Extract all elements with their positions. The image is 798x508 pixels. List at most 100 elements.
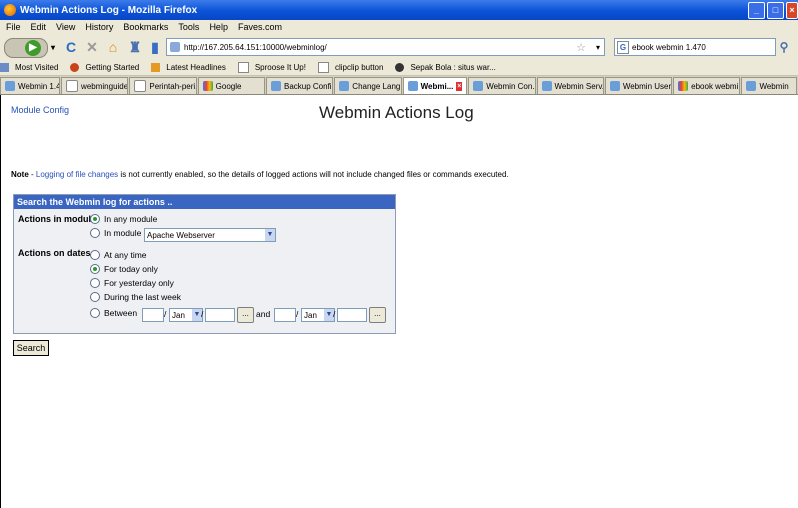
menu-history[interactable]: History <box>85 22 113 32</box>
module-select[interactable]: Apache Webserver ▼ <box>144 228 276 242</box>
radio-in-module[interactable]: In module <box>90 228 141 238</box>
reload-icon[interactable]: C <box>64 38 78 56</box>
radio-yesterday[interactable]: For yesterday only <box>90 278 174 288</box>
radio-button[interactable] <box>90 264 100 274</box>
google-icon <box>678 81 689 91</box>
radio-last-week[interactable]: During the last week <box>90 292 181 302</box>
firefox-icon <box>4 4 16 16</box>
from-year-input[interactable] <box>205 308 235 322</box>
module-select-value: Apache Webserver <box>147 230 215 240</box>
url-dropdown-icon[interactable]: ▾ <box>596 43 600 52</box>
tab[interactable]: Webmin Users <box>604 77 673 94</box>
menu-bookmarks[interactable]: Bookmarks <box>123 22 168 32</box>
from-date-picker-button[interactable]: ... <box>237 307 254 323</box>
tab-label: Webmin <box>759 81 789 91</box>
search-button[interactable]: Search <box>13 340 49 356</box>
firefox-icon <box>70 63 80 73</box>
from-day-input[interactable] <box>142 308 164 322</box>
close-button[interactable]: × <box>786 2 798 19</box>
bookmark-sproose[interactable]: Sproose It Up! <box>237 62 312 73</box>
tab[interactable]: Perintah-peri... <box>129 77 197 94</box>
tab[interactable]: Webmin 1.47... <box>0 77 61 94</box>
module-config-link[interactable]: Module Config <box>11 105 69 115</box>
date-separator: / <box>164 309 167 319</box>
webmin-icon <box>541 81 552 91</box>
close-tab-icon[interactable]: × <box>456 81 463 91</box>
to-day-input[interactable] <box>274 308 296 322</box>
menu-file[interactable]: File <box>6 22 21 32</box>
google-icon <box>202 81 213 91</box>
back-forward-button[interactable]: ▶ <box>4 38 48 58</box>
note-text: Note - Logging of file changes is not cu… <box>11 170 509 179</box>
menu-edit[interactable]: Edit <box>31 22 47 32</box>
radio-any-module[interactable]: In any module <box>90 214 157 224</box>
bookmark-toolbar-icon[interactable]: ▮ <box>150 38 160 56</box>
tab-label: Perintah-peri... <box>149 81 197 91</box>
radio-between[interactable]: Between <box>90 308 137 318</box>
radio-label: In any module <box>104 214 158 224</box>
radio-button[interactable] <box>90 214 100 224</box>
radio-any-time[interactable]: At any time <box>90 250 147 260</box>
menu-help[interactable]: Help <box>209 22 228 32</box>
history-dropdown-icon[interactable]: ▾ <box>48 38 58 56</box>
search-bar[interactable]: G ebook webmin 1.470 <box>614 38 776 56</box>
radio-button[interactable] <box>90 292 100 302</box>
menu-faves[interactable]: Faves.com <box>238 22 282 32</box>
to-month-select[interactable]: Jan ▼ <box>301 308 335 322</box>
search-icon[interactable]: ⚲ <box>777 38 791 56</box>
bookmark-latest-headlines[interactable]: Latest Headlines <box>151 62 232 73</box>
tab[interactable]: Backup Confi... <box>265 77 334 94</box>
from-month-select[interactable]: Jan ▼ <box>169 308 203 322</box>
tab[interactable]: Webmin Con... <box>468 77 536 94</box>
radio-button[interactable] <box>90 308 100 318</box>
tab-label: Webmin Serv... <box>554 81 604 91</box>
window-titlebar: Webmin Actions Log - Mozilla Firefox _ □… <box>0 0 798 20</box>
radio-button[interactable] <box>90 278 100 288</box>
to-year-input[interactable] <box>337 308 367 322</box>
home-icon[interactable]: ⌂ <box>106 38 120 56</box>
radio-label: In module <box>104 228 142 238</box>
radio-button[interactable] <box>90 250 100 260</box>
bookmark-sepak-bola[interactable]: Sepak Bola : situs war... <box>395 62 501 73</box>
radio-label: For yesterday only <box>104 278 174 288</box>
page-icon <box>134 80 147 92</box>
webmin-icon <box>270 81 281 91</box>
radio-label: During the last week <box>104 292 182 302</box>
tab[interactable]: Webmin Serv... <box>536 77 604 94</box>
stop-icon[interactable]: ✕ <box>85 38 99 56</box>
tab-active[interactable]: Webmi... × <box>402 77 468 94</box>
webmin-icon <box>339 81 350 91</box>
maximize-button[interactable]: □ <box>767 2 784 19</box>
bookmark-label: Latest Headlines <box>166 62 226 72</box>
tab[interactable]: ebook webmi... <box>673 77 741 94</box>
bookmark-clipclip[interactable]: clipclip button <box>317 62 389 73</box>
url-bar[interactable]: http://167.205.64.151:10000/webminlog/ ☆… <box>166 38 605 56</box>
tab[interactable]: webminguide... <box>61 77 129 94</box>
bookmark-label: Sepak Bola : situs war... <box>410 62 496 72</box>
menu-view[interactable]: View <box>56 22 75 32</box>
module-label: Actions in module <box>18 214 97 224</box>
page-icon <box>237 62 249 73</box>
page-icon <box>317 62 329 73</box>
bookmark-most-visited[interactable]: Most Visited <box>0 63 64 73</box>
google-icon[interactable]: G <box>617 40 629 54</box>
menubar: File Edit View History Bookmarks Tools H… <box>0 20 798 34</box>
star-icon[interactable]: ☆ <box>576 41 586 54</box>
addon-icon[interactable]: ♜ <box>128 38 142 56</box>
ball-icon <box>395 63 405 73</box>
dates-label: Actions on dates <box>18 248 91 258</box>
tab[interactable]: Webmin <box>741 77 797 94</box>
to-month-value: Jan <box>304 310 317 320</box>
tab-bar: Webmin 1.47... webminguide... Perintah-p… <box>0 76 798 95</box>
search-form-panel: Search the Webmin log for actions .. Act… <box>13 194 396 334</box>
tab[interactable]: Google <box>197 77 265 94</box>
to-date-picker-button[interactable]: ... <box>369 307 386 323</box>
bookmark-getting-started[interactable]: Getting Started <box>70 63 145 73</box>
tab[interactable]: Change Lang... <box>334 77 402 94</box>
minimize-button[interactable]: _ <box>748 2 765 19</box>
logging-link[interactable]: Logging of file changes <box>36 170 118 179</box>
radio-button[interactable] <box>90 228 100 238</box>
menu-tools[interactable]: Tools <box>178 22 199 32</box>
bookmark-label: Sproose It Up! <box>254 62 306 72</box>
radio-today[interactable]: For today only <box>90 264 158 274</box>
